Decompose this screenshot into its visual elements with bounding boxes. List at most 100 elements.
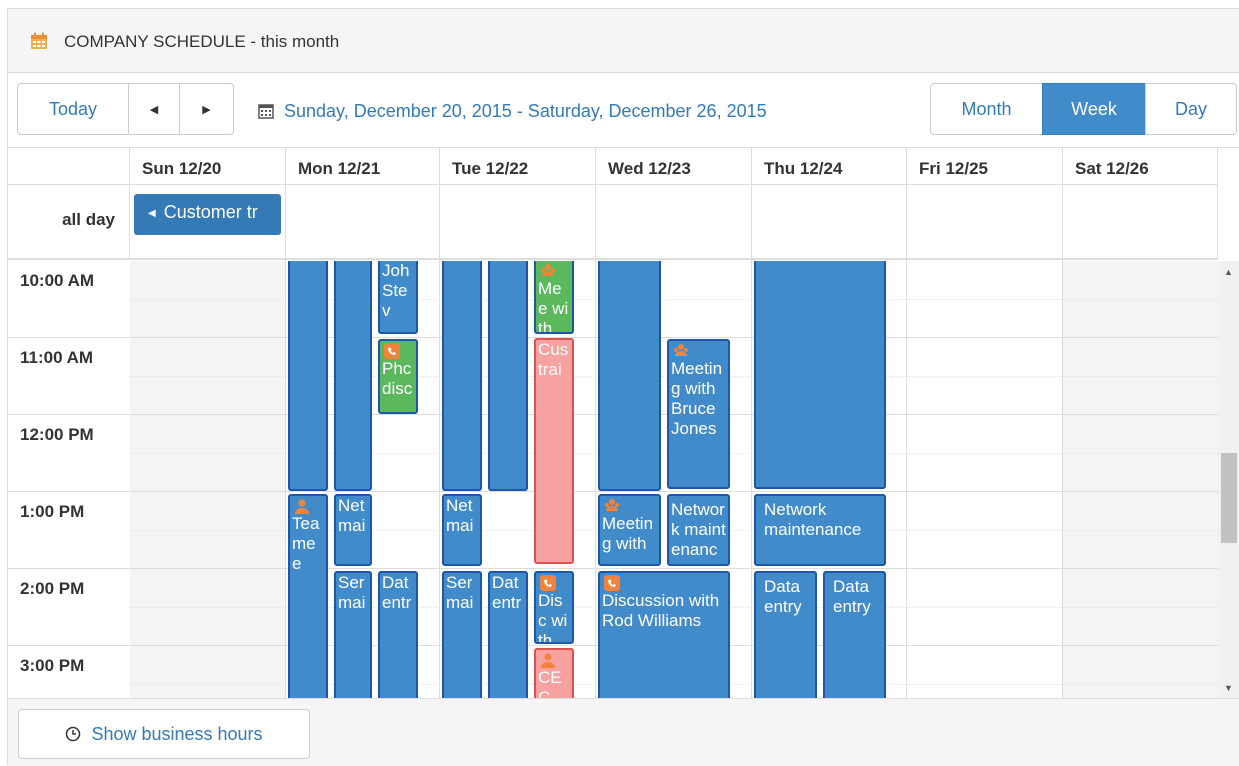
event-title: Meeting with Bruce Jones: [671, 359, 723, 438]
show-business-hours-label: Show business hours: [91, 723, 263, 744]
event-block[interactable]: Joh Stev: [378, 261, 418, 334]
day-header-thu[interactable]: Thu 12/24: [752, 148, 907, 185]
calendar-small-icon: [258, 104, 274, 119]
day-header-wed[interactable]: Wed 12/23: [596, 148, 752, 185]
event-title: Joh Stev: [382, 261, 410, 320]
today-button[interactable]: Today: [17, 83, 129, 135]
event-title: Net mai: [338, 496, 366, 535]
event-block[interactable]: Data entry: [823, 571, 886, 698]
scroll-up-icon[interactable]: ▲: [1224, 267, 1233, 277]
event-block[interactable]: Network maintenance: [754, 494, 886, 566]
event-block[interactable]: Discussion with Rod Williams: [598, 571, 730, 698]
group-icon: [541, 264, 555, 276]
group-icon: [674, 344, 688, 356]
event-block[interactable]: Meeting with: [598, 494, 661, 566]
all-day-event-title: Customer tr: [163, 202, 258, 222]
phone-icon: [604, 575, 620, 591]
date-range-picker[interactable]: Sunday, December 20, 2015 - Saturday, De…: [258, 101, 767, 122]
event-title: Dat entr: [492, 573, 522, 612]
phone-icon: [540, 575, 556, 591]
event-title: Phc disc: [382, 359, 413, 398]
event-title: Mee with: [538, 279, 569, 334]
time-grid: 10:00 AM 11:00 AM 12:00 PM 1:00 PM 2:00 …: [8, 261, 1218, 698]
view-day-button[interactable]: Day: [1145, 83, 1237, 135]
event-title: Discussion with Rod Williams: [602, 591, 720, 630]
event-block[interactable]: [488, 261, 528, 491]
time-label: 12:00 PM: [20, 425, 94, 444]
user-icon: [541, 653, 555, 668]
panel-heading: COMPANY SCHEDULE - this month: [8, 9, 1239, 73]
event-block[interactable]: [754, 261, 886, 489]
hour-line: [8, 568, 1218, 569]
event-block[interactable]: Data entry: [754, 571, 817, 698]
calendar-icon: [31, 32, 47, 49]
vertical-scrollbar[interactable]: ▲ ▼: [1218, 261, 1239, 698]
event-title: Disc with: [538, 591, 568, 644]
event-block[interactable]: Meeting with Bruce Jones: [667, 339, 730, 489]
day-header-corner: [8, 148, 130, 185]
event-block[interactable]: Ser mai: [442, 571, 482, 698]
event-block[interactable]: Ser mai: [334, 571, 372, 698]
event-block[interactable]: Network maintenance: [667, 494, 730, 566]
event-title: Ser mai: [446, 573, 474, 612]
time-label: 3:00 PM: [20, 656, 85, 675]
clock-icon: [66, 726, 81, 742]
group-icon: [605, 499, 619, 511]
event-block[interactable]: [598, 261, 661, 491]
caret-left-icon: ◀: [148, 208, 156, 219]
today-shade: [130, 261, 285, 698]
event-block[interactable]: Tea mee: [288, 494, 328, 698]
event-title: Ser mai: [338, 573, 366, 612]
time-label: 10:00 AM: [20, 271, 95, 290]
event-block[interactable]: Phc disc: [378, 339, 418, 414]
scroll-down-icon[interactable]: ▼: [1224, 683, 1233, 693]
event-block[interactable]: CEC: [534, 648, 574, 698]
event-block[interactable]: Dat entr: [378, 571, 418, 698]
all-day-label: all day: [62, 210, 115, 229]
view-month-button[interactable]: Month: [930, 83, 1043, 135]
event-title: Cus trai: [538, 340, 569, 379]
calendar-toolbar: Today ◀ ▶ Sunday, December 20, 2015 - Sa…: [8, 74, 1239, 147]
event-block[interactable]: Cus trai: [534, 338, 574, 564]
day-header-fri[interactable]: Fri 12/25: [907, 148, 1063, 185]
event-block[interactable]: [288, 261, 328, 491]
event-title: Dat entr: [382, 573, 412, 612]
event-block[interactable]: Dat entr: [488, 571, 528, 698]
event-title: Data entry: [764, 577, 802, 616]
event-title: Network maintenance: [671, 500, 726, 564]
event-block[interactable]: Mee with: [534, 261, 574, 334]
view-week-button[interactable]: Week: [1042, 83, 1146, 135]
event-block[interactable]: Net mai: [442, 494, 482, 566]
scroll-thumb[interactable]: [1221, 453, 1237, 543]
time-label: 1:00 PM: [20, 502, 85, 521]
chevron-right-icon: ▶: [202, 103, 211, 116]
time-label: 11:00 AM: [20, 348, 94, 367]
date-range-text: Sunday, December 20, 2015 - Saturday, De…: [284, 101, 767, 121]
event-title: Net mai: [446, 496, 474, 535]
day-header-sun[interactable]: Sun 12/20: [130, 148, 286, 185]
schedule-panel: COMPANY SCHEDULE - this month Today ◀ ▶ …: [7, 8, 1239, 766]
all-day-event[interactable]: ◀ Customer tr: [134, 194, 281, 235]
weekend-shade: [1063, 261, 1218, 698]
event-block[interactable]: Disc with: [534, 571, 574, 644]
event-block[interactable]: [442, 261, 482, 491]
show-business-hours-button[interactable]: Show business hours: [18, 709, 310, 759]
day-header-mon[interactable]: Mon 12/21: [286, 148, 440, 185]
prev-button[interactable]: ◀: [128, 83, 180, 135]
week-calendar: Sun 12/20 Mon 12/21 Tue 12/22 Wed 12/23 …: [8, 147, 1239, 698]
hour-line: [8, 491, 1218, 492]
event-title: CEC: [538, 668, 562, 698]
panel-footer: Show business hours: [8, 698, 1239, 766]
event-title: Meeting with: [602, 514, 654, 553]
event-block[interactable]: Net mai: [334, 494, 372, 566]
phone-icon: [384, 343, 400, 359]
day-header-tue[interactable]: Tue 12/22: [440, 148, 596, 185]
next-button[interactable]: ▶: [179, 83, 234, 135]
event-block[interactable]: [334, 261, 372, 491]
event-title: Network maintenance: [764, 500, 862, 539]
day-header-sat[interactable]: Sat 12/26: [1063, 148, 1218, 185]
panel-title: COMPANY SCHEDULE - this month: [64, 32, 340, 51]
event-title: Data entry: [833, 577, 871, 616]
time-label: 2:00 PM: [20, 579, 85, 598]
event-title: Tea mee: [292, 514, 320, 573]
